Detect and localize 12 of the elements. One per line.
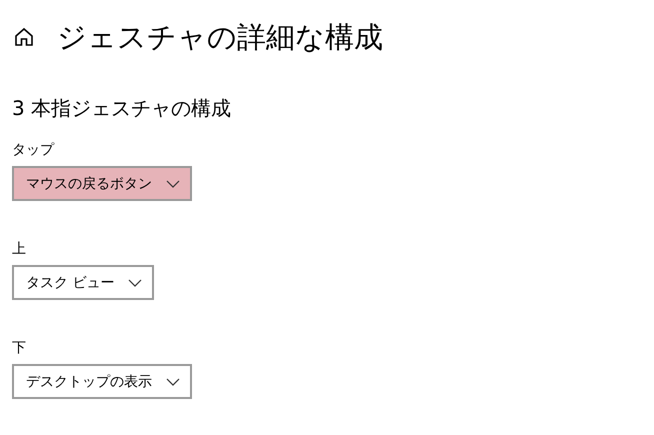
dropdown[interactable]: マウスの戻るボタン: [12, 166, 192, 201]
dropdown[interactable]: タスク ビュー: [12, 265, 154, 300]
dropdown[interactable]: デスクトップの表示: [12, 364, 192, 399]
setting-label: 下: [12, 339, 27, 358]
home-icon[interactable]: [13, 26, 35, 48]
section-heading: 3 本指ジェスチャの構成: [12, 95, 232, 122]
chevron-down-icon: [166, 378, 180, 386]
setting-label: タップ: [12, 141, 56, 160]
setting-label: 上: [12, 240, 27, 259]
chevron-down-icon: [128, 278, 142, 286]
chevron-down-icon: [166, 180, 180, 188]
page-title: ジェスチャの詳細な構成: [57, 19, 383, 56]
